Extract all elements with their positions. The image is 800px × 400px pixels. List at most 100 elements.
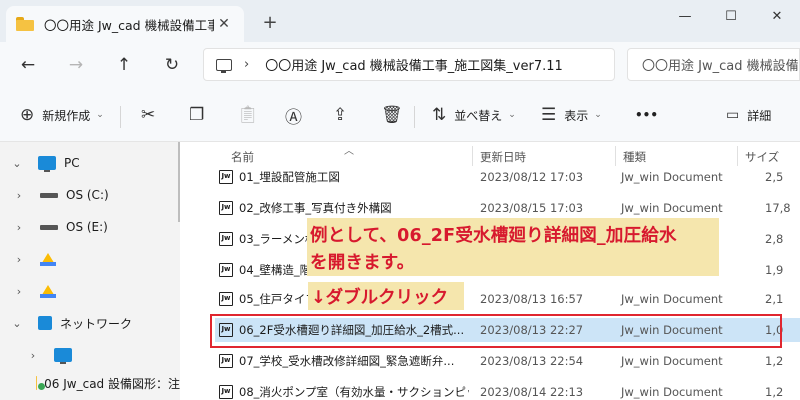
column-divider[interactable] (737, 146, 738, 166)
up-button[interactable]: ↑ (110, 52, 138, 78)
new-button[interactable]: ⊕ 新規作成 ⌄ (20, 102, 104, 128)
rename-icon: Ⓐ (285, 107, 302, 128)
refresh-button[interactable]: ↻ (158, 52, 186, 78)
sidebar-item-network[interactable]: ⌄ ネットワーク (0, 308, 180, 338)
chevron-down-icon: ⌄ (594, 110, 602, 120)
chevron-right-icon[interactable]: › (12, 221, 26, 234)
file-size: 1,9 (765, 263, 784, 277)
monitor-icon (54, 348, 72, 364)
chevron-down-icon[interactable]: ⌄ (10, 157, 24, 170)
file-type: Jw_win Document (621, 201, 723, 215)
folder-icon (16, 17, 34, 31)
file-type: Jw_win Document (621, 292, 723, 306)
file-size: 2,8 (765, 232, 784, 246)
chevron-right-icon[interactable]: › (244, 57, 249, 72)
file-type: Jw_win Document (621, 354, 723, 368)
computer-icon (216, 58, 232, 73)
chevron-right-icon[interactable]: › (12, 189, 26, 202)
cut-button[interactable]: ✂ (141, 102, 155, 128)
jw-document-icon: Jw (219, 201, 233, 215)
close-window-button[interactable]: ✕ (762, 6, 792, 28)
column-header-size[interactable]: サイズ (745, 149, 779, 165)
table-row[interactable]: Jw 05_住戸タイプ 2023/08/13 16:57 Jw_win Docu… (215, 287, 800, 311)
more-options-button[interactable]: ••• (635, 102, 658, 128)
chevron-right-icon[interactable]: › (12, 253, 26, 266)
view-button[interactable]: ☰ 表示 ⌄ (541, 102, 602, 128)
sort-button[interactable]: ⇅ 並べ替え ⌄ (432, 102, 516, 128)
paste-button[interactable]: 📋︎ (237, 102, 259, 128)
minimize-button[interactable]: — (670, 6, 700, 28)
file-date: 2023/08/13 16:57 (480, 292, 584, 306)
sidebar-item-label: OS (E:) (66, 220, 108, 234)
google-drive-icon (40, 284, 56, 298)
share-button[interactable]: ⇪ (333, 102, 347, 128)
separator (120, 106, 121, 128)
details-button[interactable]: ▭ 詳細 (726, 102, 771, 128)
file-type: Jw_win Document (621, 170, 723, 184)
new-tab-button[interactable]: + (258, 12, 282, 36)
file-size: 2,5 (765, 170, 784, 184)
chevron-down-icon: ⌄ (96, 110, 104, 120)
file-date: 2023/08/12 17:03 (480, 170, 584, 184)
back-button[interactable]: ← (14, 52, 42, 78)
column-divider[interactable] (472, 146, 473, 166)
sidebar-item-os-e[interactable]: › OS (E:) (0, 212, 180, 242)
sidebar-item-folder[interactable]: 06 Jw_cad 設備図形：注 (0, 368, 180, 398)
column-header-type[interactable]: 種類 (623, 149, 646, 165)
file-name: 07_学校_受水槽改修詳細図_緊急遮断弁... (239, 354, 455, 368)
sidebar-item-os-c[interactable]: › OS (C:) (0, 180, 180, 210)
file-date: 2023/08/13 22:54 (480, 354, 584, 368)
forward-button[interactable]: → (62, 52, 90, 78)
jw-document-icon: Jw (219, 170, 233, 184)
navigation-bar: ← → ↑ ↻ › 〇〇用途 Jw_cad 機械設備工事_施工図集_ver7.1… (0, 42, 800, 88)
sidebar-item-label: OS (C:) (66, 188, 109, 202)
table-row[interactable]: Jw 08_消火ポンプ室（有効水量・サクションピット... 2023/08/14… (215, 380, 800, 400)
column-header-name[interactable]: 名前 (231, 149, 254, 165)
file-name: 01_埋設配管施工図 (239, 170, 340, 184)
instruction-callout: 例として、06_2F受水槽廻り詳細図_加圧給水 を開きます。 (307, 218, 719, 276)
jw-document-icon: Jw (219, 385, 233, 399)
column-header-date[interactable]: 更新日時 (480, 149, 526, 165)
sidebar-item-pc[interactable]: ⌄ PC (0, 148, 180, 178)
network-icon (38, 316, 52, 330)
instruction-line-1: 例として、06_2F受水槽廻り詳細図_加圧給水 (310, 226, 677, 246)
sort-button-label: 並べ替え (454, 108, 503, 123)
tab-strip: 〇〇用途 Jw_cad 機械設備工事 ✕ + — ☐ ✕ (0, 0, 800, 42)
tab-current-folder[interactable]: 〇〇用途 Jw_cad 機械設備工事 ✕ (6, 6, 244, 42)
rename-button[interactable]: Ⓐ (285, 102, 302, 128)
sidebar-item-google-drive-1[interactable]: › (0, 244, 180, 274)
address-bar[interactable]: › 〇〇用途 Jw_cad 機械設備工事_施工図集_ver7.11 (203, 48, 615, 81)
view-button-label: 表示 (564, 108, 589, 123)
chevron-right-icon[interactable]: › (26, 349, 40, 362)
search-input[interactable]: 〇〇用途 Jw_cad 機械設備工事 (627, 48, 800, 81)
file-size: 1,2 (765, 354, 784, 368)
table-row[interactable]: Jw 07_学校_受水槽改修詳細図_緊急遮断弁... 2023/08/13 22… (215, 349, 800, 373)
column-divider[interactable] (615, 146, 616, 166)
clipboard-icon: 📋︎ (237, 105, 259, 125)
new-button-label: 新規作成 (42, 108, 91, 123)
file-date: 2023/08/14 22:13 (480, 385, 584, 399)
details-button-label: 詳細 (747, 108, 772, 123)
table-row[interactable]: Jw 02_改修工事_写真付き外構図 2023/08/15 17:03 Jw_w… (215, 196, 800, 220)
chevron-right-icon[interactable]: › (12, 285, 26, 298)
file-type: Jw_win Document (621, 385, 723, 399)
jw-document-icon: Jw (219, 232, 233, 246)
sidebar-item-google-drive-2[interactable]: › (0, 276, 180, 306)
table-row[interactable]: Jw 01_埋設配管施工図 2023/08/12 17:03 Jw_win Do… (215, 165, 800, 189)
copy-icon: ❐ (189, 105, 205, 125)
double-click-callout: ↓ダブルクリック (308, 282, 464, 310)
details-pane-icon: ▭ (726, 107, 740, 123)
file-size: 17,8 (765, 201, 791, 215)
sidebar-item-network-pc[interactable]: › (0, 340, 180, 370)
maximize-button[interactable]: ☐ (716, 6, 746, 28)
instruction-line-2: を開きます。 (310, 253, 415, 273)
delete-button[interactable]: 🗑︎ (381, 102, 403, 128)
drive-icon (40, 192, 58, 198)
address-path[interactable]: 〇〇用途 Jw_cad 機械設備工事_施工図集_ver7.11 (265, 55, 563, 74)
monitor-icon (38, 156, 56, 172)
close-tab-icon[interactable]: ✕ (214, 16, 234, 32)
chevron-down-icon[interactable]: ⌄ (10, 317, 24, 330)
jw-document-icon: Jw (219, 263, 233, 277)
plus-circle-icon: ⊕ (20, 105, 35, 125)
copy-button[interactable]: ❐ (189, 102, 204, 128)
